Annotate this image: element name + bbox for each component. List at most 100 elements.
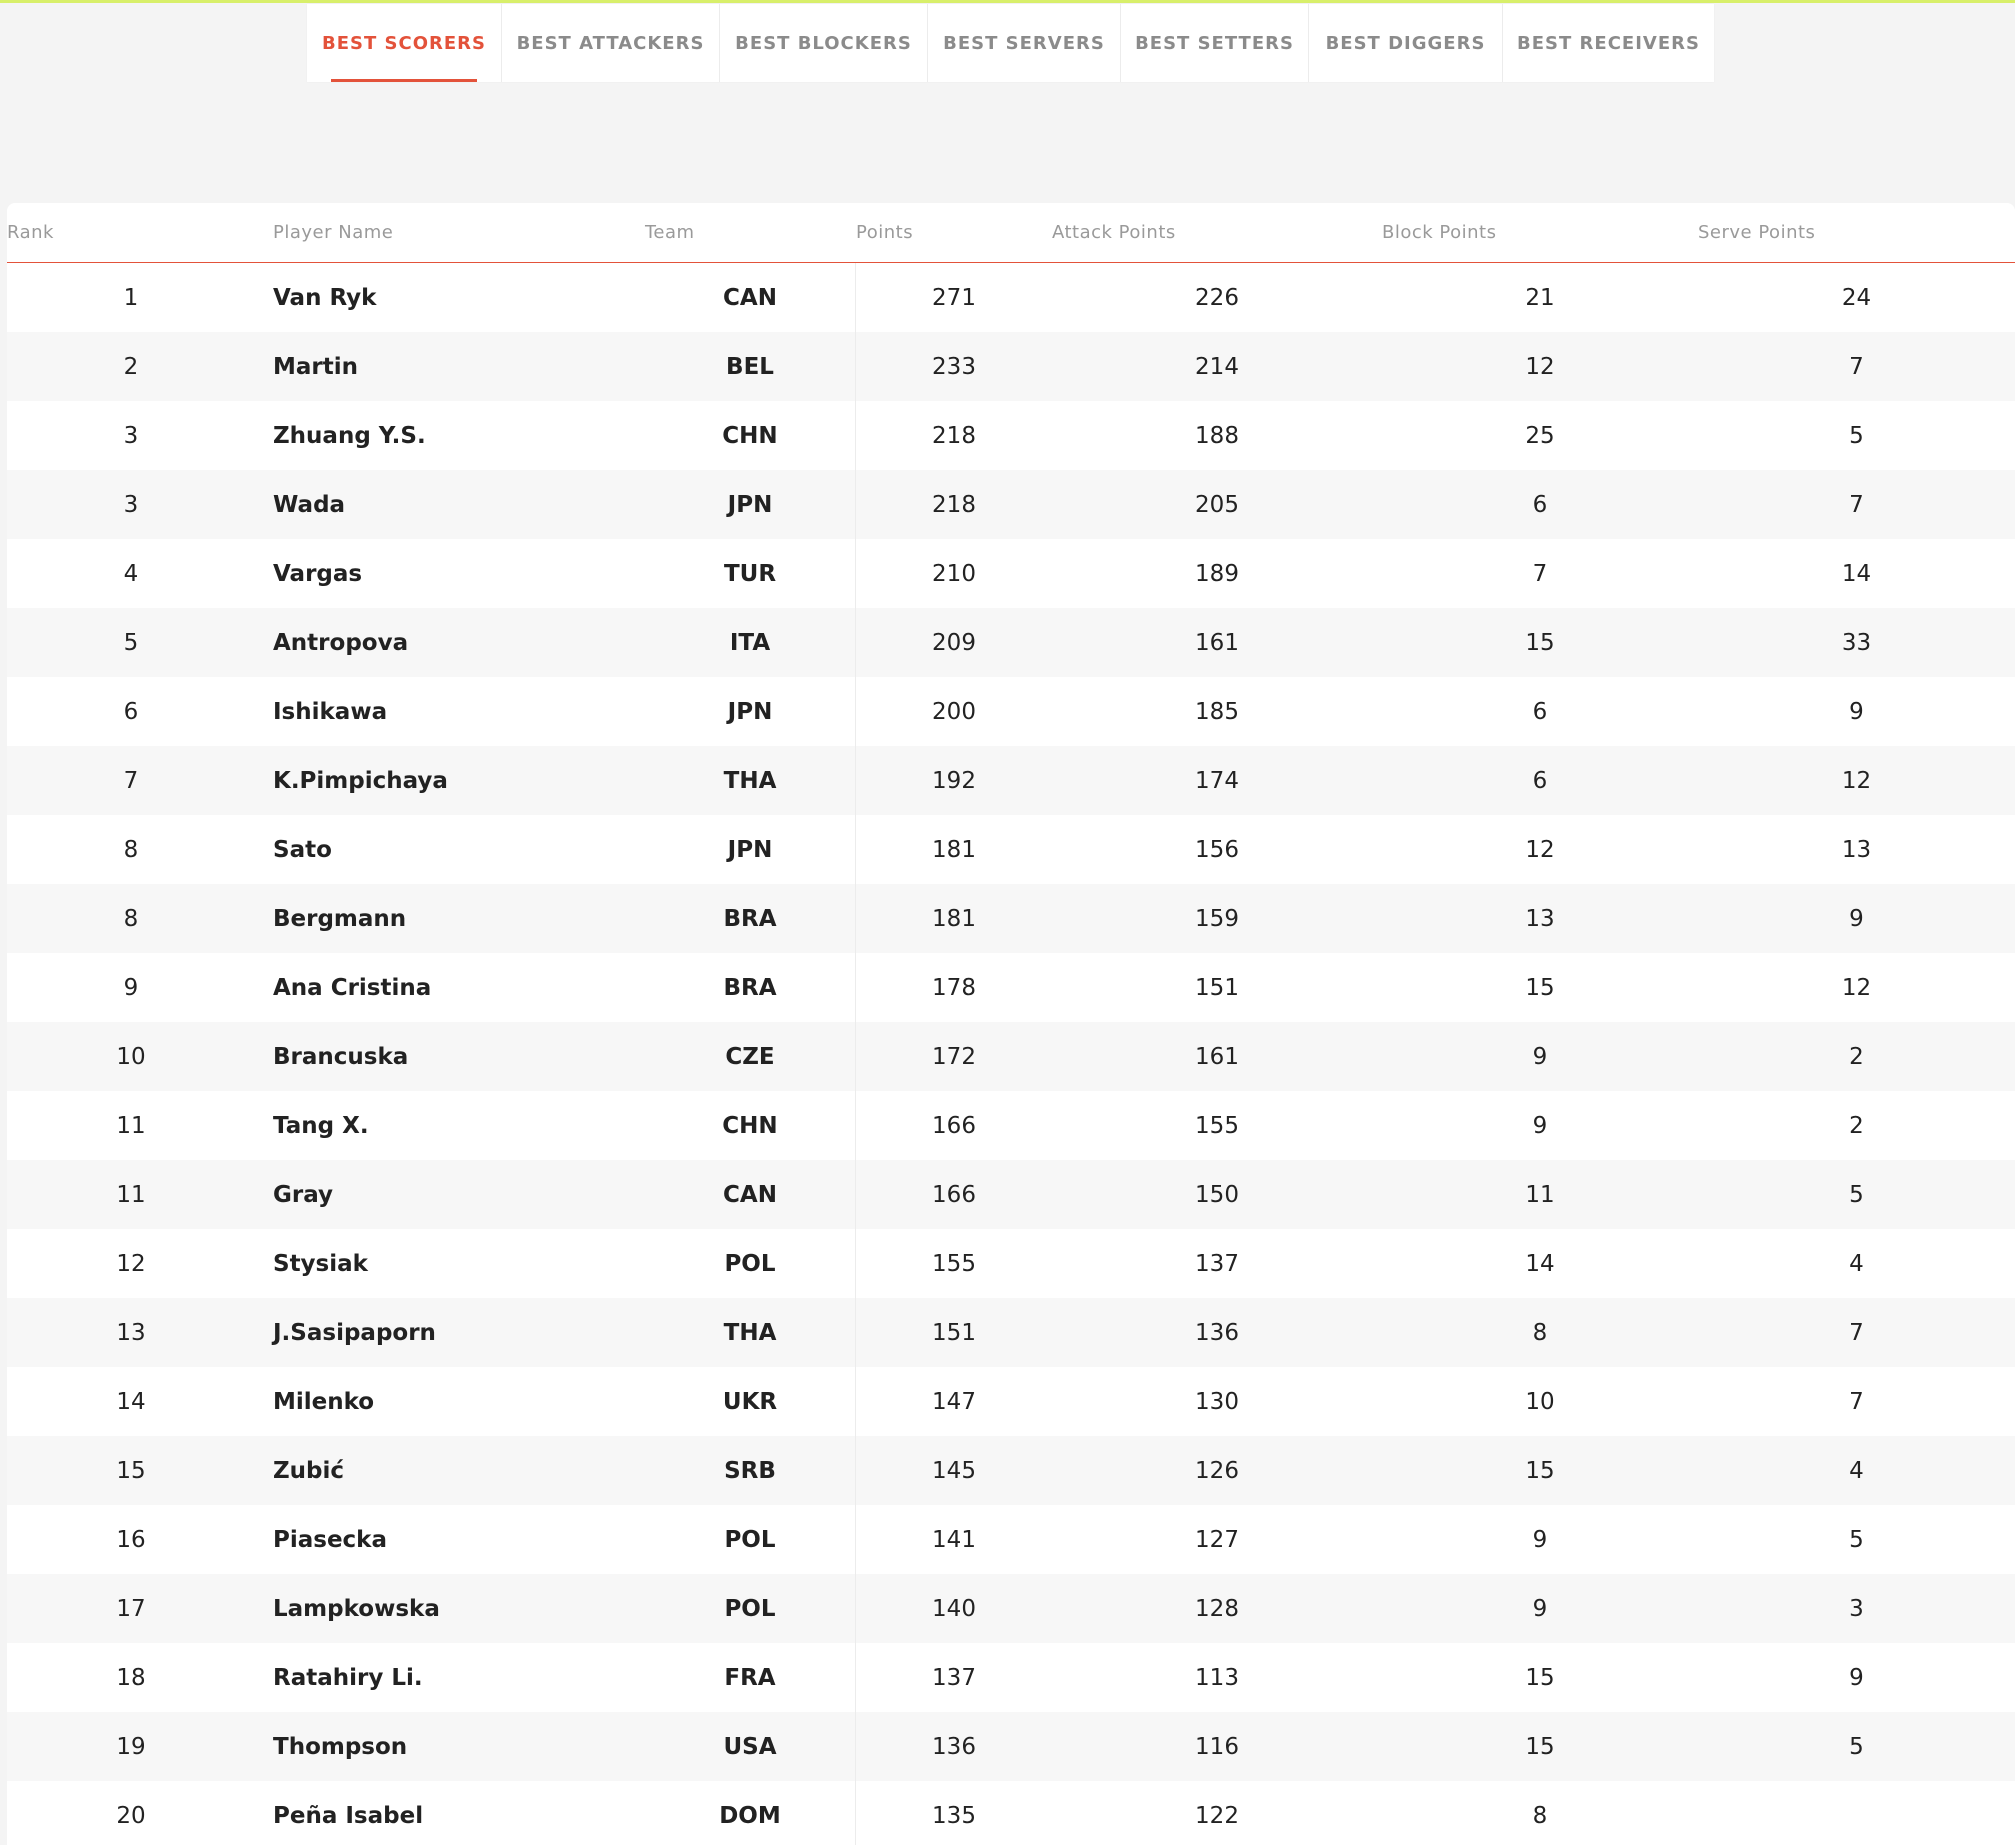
player-name-cell[interactable]: Gray: [255, 1160, 645, 1229]
player-name-cell[interactable]: Zubić: [255, 1436, 645, 1505]
player-name-cell[interactable]: Van Ryk: [255, 263, 645, 332]
player-name-cell[interactable]: Thompson: [255, 1712, 645, 1781]
serve-points-cell: 7: [1849, 1388, 1864, 1415]
player-name-cell[interactable]: Ana Cristina: [255, 953, 645, 1022]
header-attack-points[interactable]: Attack Points: [1052, 222, 1382, 243]
rank-cell: 5: [123, 629, 139, 656]
rank-cell: 7: [123, 767, 139, 794]
player-name-cell[interactable]: Peña Isabel: [255, 1781, 645, 1845]
player-name-cell[interactable]: Ratahiry Li.: [255, 1643, 645, 1712]
player-name-cell[interactable]: Sato: [255, 815, 645, 884]
tab-best-servers[interactable]: BEST SERVERS: [928, 4, 1121, 82]
attack-points-cell: 130: [1195, 1388, 1239, 1415]
block-points-cell: 10: [1525, 1388, 1555, 1415]
serve-points-cell: 5: [1849, 1526, 1864, 1553]
player-name-cell[interactable]: K.Pimpichaya: [255, 746, 645, 815]
table-row: 6 Ishikawa JPN 200 185 6 9: [7, 677, 2015, 746]
table-row: 3 Zhuang Y.S. CHN 218 188 25 5: [7, 401, 2015, 470]
block-points-cell: 12: [1525, 836, 1555, 863]
points-cell: 147: [932, 1388, 976, 1415]
header-block-points[interactable]: Block Points: [1382, 222, 1698, 243]
player-name-cell[interactable]: Martin: [255, 332, 645, 401]
serve-points-cell: [1698, 1781, 2015, 1845]
tab-best-blockers[interactable]: BEST BLOCKERS: [720, 4, 928, 82]
rank-cell: 4: [123, 560, 139, 587]
header-points[interactable]: Points: [856, 222, 1052, 243]
player-name-cell[interactable]: Bergmann: [255, 884, 645, 953]
points-cell: 166: [932, 1112, 976, 1139]
tab-best-attackers[interactable]: BEST ATTACKERS: [502, 4, 720, 82]
table-row: 13 J.Sasipaporn THA 151 136 8 7: [7, 1298, 2015, 1367]
serve-points-cell: 9: [1849, 698, 1864, 725]
points-cell: 218: [932, 491, 976, 518]
player-name-cell[interactable]: Zhuang Y.S.: [255, 401, 645, 470]
serve-points-cell: 9: [1849, 905, 1864, 932]
player-name-cell[interactable]: Piasecka: [255, 1505, 645, 1574]
block-points-cell: 8: [1532, 1802, 1548, 1829]
attack-points-cell: 226: [1195, 284, 1239, 311]
top-accent-bar: [0, 0, 2015, 3]
serve-points-cell: 5: [1849, 1181, 1864, 1208]
rank-cell: 14: [116, 1388, 146, 1415]
player-name-cell[interactable]: Ishikawa: [255, 677, 645, 746]
attack-points-cell: 116: [1195, 1733, 1239, 1760]
points-cell: 178: [932, 974, 976, 1001]
rank-cell: 10: [116, 1043, 146, 1070]
rank-cell: 3: [123, 422, 139, 449]
rank-cell: 17: [116, 1595, 146, 1622]
attack-points-cell: 161: [1195, 629, 1239, 656]
table-row: 17 Lampkowska POL 140 128 9 3: [7, 1574, 2015, 1643]
table-body: 1 Van Ryk CAN 271 226 21 24 2 Martin BEL 233 214 12 7…: [7, 263, 2015, 1845]
block-points-cell: 8: [1532, 1319, 1548, 1346]
table-row: 12 Stysiak POL 155 137 14 4: [7, 1229, 2015, 1298]
rank-cell: 9: [123, 974, 139, 1001]
tab-best-scorers[interactable]: BEST SCORERS: [307, 4, 502, 82]
tab-best-diggers[interactable]: BEST DIGGERS: [1309, 4, 1503, 82]
rank-cell: 12: [116, 1250, 146, 1277]
points-cell: 209: [932, 629, 976, 656]
player-name-cell[interactable]: Vargas: [255, 539, 645, 608]
block-points-cell: 9: [1532, 1043, 1548, 1070]
rank-cell: 19: [116, 1733, 146, 1760]
player-name-cell[interactable]: Lampkowska: [255, 1574, 645, 1643]
table-row: 15 Zubić SRB 145 126 15 4: [7, 1436, 2015, 1505]
player-name-cell[interactable]: J.Sasipaporn: [255, 1298, 645, 1367]
attack-points-cell: 137: [1195, 1250, 1239, 1277]
attack-points-cell: 185: [1195, 698, 1239, 725]
header-serve-points[interactable]: Serve Points: [1698, 222, 2015, 243]
player-name-cell[interactable]: Stysiak: [255, 1229, 645, 1298]
points-cell: 151: [932, 1319, 976, 1346]
player-name-cell[interactable]: Brancuska: [255, 1022, 645, 1091]
team-cell: FRA: [645, 1643, 856, 1712]
rank-cell: 11: [116, 1112, 146, 1139]
team-cell: THA: [645, 746, 856, 815]
table-row: 8 Sato JPN 181 156 12 13: [7, 815, 2015, 884]
rank-cell: 13: [116, 1319, 146, 1346]
block-points-cell: 11: [1525, 1181, 1555, 1208]
header-team[interactable]: Team: [645, 222, 856, 243]
player-name-cell[interactable]: Milenko: [255, 1367, 645, 1436]
team-cell: BEL: [645, 332, 856, 401]
player-name-cell[interactable]: Antropova: [255, 608, 645, 677]
attack-points-cell: 128: [1195, 1595, 1239, 1622]
stats-category-tabs: BEST SCORERS BEST ATTACKERS BEST BLOCKER…: [307, 4, 1714, 82]
serve-points-cell: 4: [1849, 1457, 1864, 1484]
block-points-cell: 12: [1525, 353, 1555, 380]
scorers-table: Rank Player Name Team Points Attack Poin…: [7, 203, 2015, 1845]
tab-best-receivers[interactable]: BEST RECEIVERS: [1503, 4, 1714, 82]
serve-points-cell: 14: [1841, 560, 1872, 587]
points-cell: 181: [932, 905, 976, 932]
player-name-cell[interactable]: Wada: [255, 470, 645, 539]
rank-cell: 8: [123, 905, 139, 932]
tab-best-setters[interactable]: BEST SETTERS: [1121, 4, 1309, 82]
attack-points-cell: 159: [1195, 905, 1239, 932]
table-row: 10 Brancuska CZE 172 161 9 2: [7, 1022, 2015, 1091]
header-player-name[interactable]: Player Name: [255, 222, 645, 243]
table-row: 4 Vargas TUR 210 189 7 14: [7, 539, 2015, 608]
points-cell: 137: [932, 1664, 976, 1691]
header-rank[interactable]: Rank: [7, 222, 255, 243]
points-cell: 192: [932, 767, 976, 794]
serve-points-cell: 13: [1841, 836, 1872, 863]
table-row: 11 Gray CAN 166 150 11 5: [7, 1160, 2015, 1229]
player-name-cell[interactable]: Tang X.: [255, 1091, 645, 1160]
